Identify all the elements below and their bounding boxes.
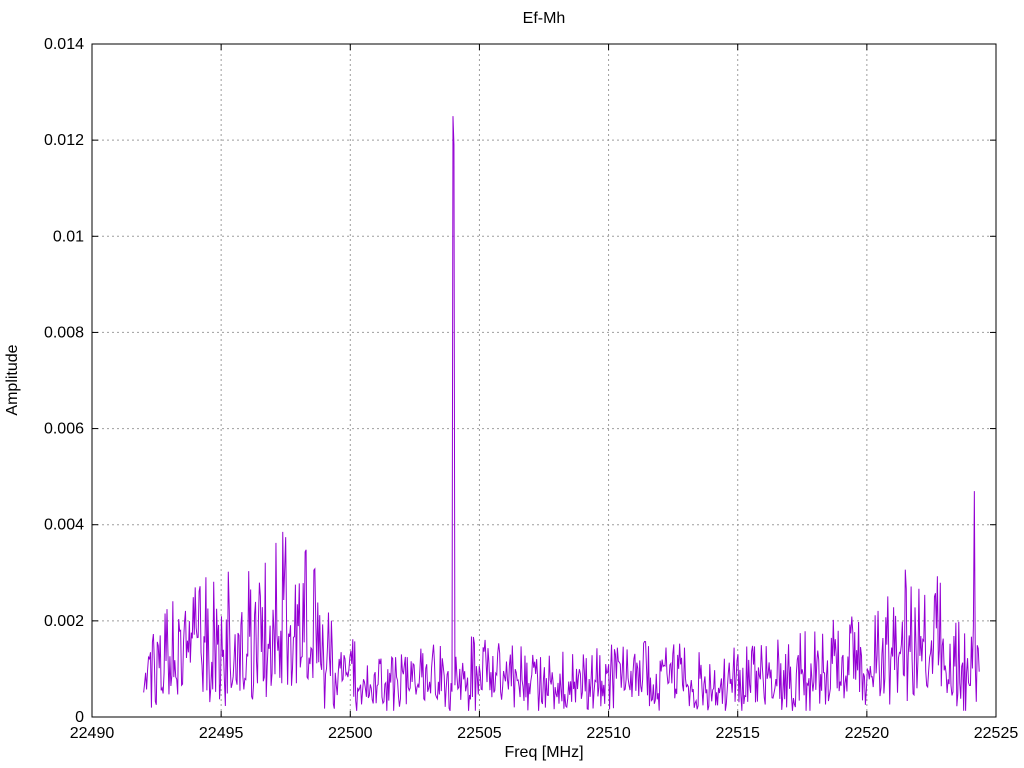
data-line xyxy=(143,116,980,711)
x-tick-label: 22495 xyxy=(199,725,244,742)
y-tick-label: 0.006 xyxy=(44,421,84,438)
chart: 22490 22495 22500 22505 22510 22515 22520 22525… xyxy=(0,0,1024,768)
y-tick-label: 0.012 xyxy=(44,132,84,149)
y-tick-label: 0.014 xyxy=(44,36,84,53)
y-tick-label: 0 xyxy=(75,709,84,726)
x-axis-label: Freq [MHz] xyxy=(504,744,583,761)
y-axis-label: Amplitude xyxy=(4,344,21,415)
chart-title: Ef-Mh xyxy=(523,10,566,27)
x-tick-label: 22515 xyxy=(715,725,760,742)
x-tick-label: 22510 xyxy=(586,725,631,742)
y-tick-label: 0.002 xyxy=(44,613,84,630)
y-tick-label: 0.008 xyxy=(44,324,84,341)
y-tick-label: 0.01 xyxy=(53,228,84,245)
x-tick-label: 22490 xyxy=(70,725,115,742)
x-tick-label: 22505 xyxy=(457,725,502,742)
x-tick-label: 22525 xyxy=(974,725,1019,742)
x-tick-label: 22520 xyxy=(845,725,890,742)
x-tick-label: 22500 xyxy=(328,725,373,742)
plot-canvas: 22490 22495 22500 22505 22510 22515 22520 22525… xyxy=(4,10,1019,761)
y-tick-label: 0.004 xyxy=(44,517,84,534)
